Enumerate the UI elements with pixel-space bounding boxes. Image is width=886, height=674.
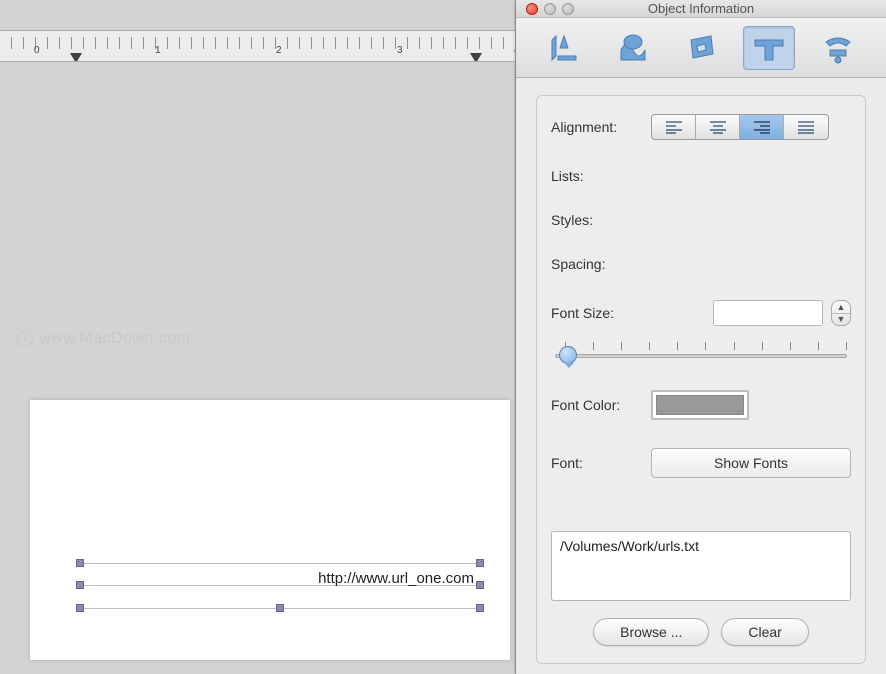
selection-handle[interactable] <box>76 604 84 612</box>
inspector-image-icon[interactable] <box>675 26 727 70</box>
alignment-segmented <box>651 114 829 140</box>
styles-row: Styles: <box>551 212 851 228</box>
align-justify-button[interactable] <box>784 115 828 139</box>
watermark: www.MacDown.com <box>16 330 191 348</box>
ruler-mark: 0 <box>34 45 40 56</box>
font-color-label: Font Color: <box>551 397 651 413</box>
styles-label: Styles: <box>551 212 651 228</box>
font-size-row: Font Size: ▲ ▼ <box>551 300 851 326</box>
page[interactable]: http://www.url_one.com <box>30 400 510 660</box>
horizontal-ruler[interactable]: 0 1 2 3 4 <box>0 30 515 62</box>
selection-handle[interactable] <box>76 581 84 589</box>
align-right-button[interactable] <box>740 115 784 139</box>
stepper-down-icon[interactable]: ▼ <box>832 314 850 326</box>
align-right-icon <box>753 120 771 134</box>
font-size-label: Font Size: <box>551 305 651 321</box>
path-buttons-row: Browse ... Clear <box>551 618 851 646</box>
spacing-label: Spacing: <box>551 256 651 272</box>
ruler-mark: 3 <box>397 45 403 56</box>
textbox-border <box>80 563 480 564</box>
font-size-slider[interactable] <box>555 342 847 362</box>
font-color-row: Font Color: <box>551 390 851 420</box>
canvas-area: 0 1 2 3 4 www.MacDown.com http://www.url… <box>0 0 516 674</box>
clear-button-label: Clear <box>748 624 781 640</box>
inspector-fill-icon[interactable] <box>607 26 659 70</box>
font-color-swatch <box>656 395 744 415</box>
spacing-row: Spacing: <box>551 256 851 272</box>
align-left-button[interactable] <box>652 115 696 139</box>
inspector-tab-toolbar <box>516 18 886 78</box>
alignment-row: Alignment: <box>551 114 851 140</box>
font-size-slider-row <box>551 342 851 362</box>
zoom-window-button[interactable] <box>562 3 574 15</box>
inspector-body: Alignment: <box>536 95 866 664</box>
ruler-indent-right[interactable] <box>470 53 482 62</box>
align-center-button[interactable] <box>696 115 740 139</box>
titlebar[interactable]: Object Information <box>516 0 886 18</box>
slider-bar <box>555 354 847 358</box>
lists-label: Lists: <box>551 168 651 184</box>
font-color-well[interactable] <box>651 390 749 420</box>
inspector-geometry-icon[interactable] <box>538 26 590 70</box>
selection-handle[interactable] <box>476 559 484 567</box>
inspector-wrap-icon[interactable] <box>812 26 864 70</box>
clear-button[interactable]: Clear <box>721 618 808 646</box>
font-size-stepper[interactable]: ▲ ▼ <box>831 300 851 326</box>
selection-handle[interactable] <box>476 604 484 612</box>
ruler-mark: 1 <box>155 45 161 56</box>
alignment-label: Alignment: <box>551 119 651 135</box>
show-fonts-label: Show Fonts <box>714 455 788 471</box>
font-row: Font: Show Fonts <box>551 448 851 478</box>
ruler-indent-left[interactable] <box>70 53 82 62</box>
download-icon <box>16 330 34 348</box>
slider-ticks <box>565 342 847 352</box>
ruler-mark: 4 <box>514 45 515 56</box>
font-size-field[interactable] <box>713 300 823 326</box>
selection-handle[interactable] <box>476 581 484 589</box>
slider-thumb[interactable] <box>559 346 577 364</box>
selected-textbox[interactable]: http://www.url_one.com <box>80 560 480 610</box>
font-label: Font: <box>551 455 651 471</box>
align-center-icon <box>709 120 727 134</box>
inspector-text-icon[interactable] <box>743 26 795 70</box>
align-justify-icon <box>797 120 815 134</box>
watermark-text: www.MacDown.com <box>39 330 191 348</box>
show-fonts-button[interactable]: Show Fonts <box>651 448 851 478</box>
close-window-button[interactable] <box>526 3 538 15</box>
ruler-mark: 2 <box>276 45 282 56</box>
align-left-icon <box>665 120 683 134</box>
stepper-up-icon[interactable]: ▲ <box>832 301 850 314</box>
selection-handle[interactable] <box>276 604 284 612</box>
browse-button[interactable]: Browse ... <box>593 618 709 646</box>
source-path-field[interactable] <box>551 531 851 601</box>
minimize-window-button[interactable] <box>544 3 556 15</box>
textbox-content[interactable]: http://www.url_one.com <box>318 570 474 587</box>
lists-row: Lists: <box>551 168 851 184</box>
selection-handle[interactable] <box>76 559 84 567</box>
inspector-panel: Object Information <box>516 0 886 674</box>
browse-button-label: Browse ... <box>620 624 682 640</box>
